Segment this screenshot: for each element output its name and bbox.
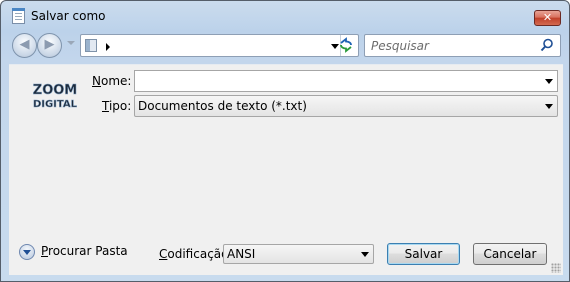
close-button[interactable]: ✕ [534, 10, 561, 26]
window-title: Salvar como [31, 9, 106, 23]
file-type-select[interactable]: Documentos de texto (*.txt) [134, 95, 558, 117]
browse-folders-label: Procurar Pasta [41, 244, 128, 258]
title-bar[interactable]: Salvar como ✕ [1, 1, 569, 31]
forward-button[interactable]: ▶ [37, 33, 62, 58]
file-type-dropdown-icon[interactable] [545, 104, 553, 109]
svg-text:DIGITAL: DIGITAL [33, 99, 78, 110]
address-bar[interactable] [80, 34, 359, 57]
search-box[interactable]: Pesquisar [364, 34, 561, 57]
recent-locations-dropdown-icon[interactable] [67, 41, 75, 45]
back-button[interactable]: ◀ [12, 33, 37, 58]
refresh-icon [340, 37, 352, 53]
encoding-select[interactable]: ANSI [223, 244, 374, 264]
folder-icon [85, 39, 97, 52]
breadcrumb-chevron-icon[interactable] [106, 43, 110, 51]
file-type-value: Documentos de texto (*.txt) [138, 99, 307, 113]
zoom-digital-logo: ZOOM DIGITAL [33, 83, 78, 111]
back-arrow-icon: ◀ [19, 37, 30, 52]
save-as-dialog: Salvar como ✕ ◀ ▶ Pesquisar ZOOM DIGITAL [0, 0, 570, 282]
type-label: Tipo: [102, 99, 132, 113]
cancel-button[interactable]: Cancelar [473, 243, 547, 265]
search-input[interactable]: Pesquisar [371, 39, 429, 53]
encoding-dropdown-icon[interactable] [361, 252, 369, 257]
filename-dropdown-icon[interactable] [545, 79, 553, 84]
resize-grip[interactable] [551, 263, 561, 273]
save-button[interactable]: Salvar [387, 243, 460, 265]
notepad-icon [12, 8, 25, 24]
svg-text:ZOOM: ZOOM [33, 83, 77, 98]
forward-arrow-icon: ▶ [44, 37, 55, 52]
expand-chevron-icon [19, 244, 35, 260]
encoding-value: ANSI [227, 247, 256, 261]
filename-label: Nome: [92, 74, 132, 88]
refresh-button[interactable] [338, 37, 354, 57]
main-panel: ZOOM DIGITAL Nome: Tipo: Documentos de t… [9, 64, 563, 275]
search-icon[interactable] [540, 38, 554, 52]
filename-field[interactable] [134, 70, 558, 92]
encoding-label: Codificação: [159, 247, 233, 261]
